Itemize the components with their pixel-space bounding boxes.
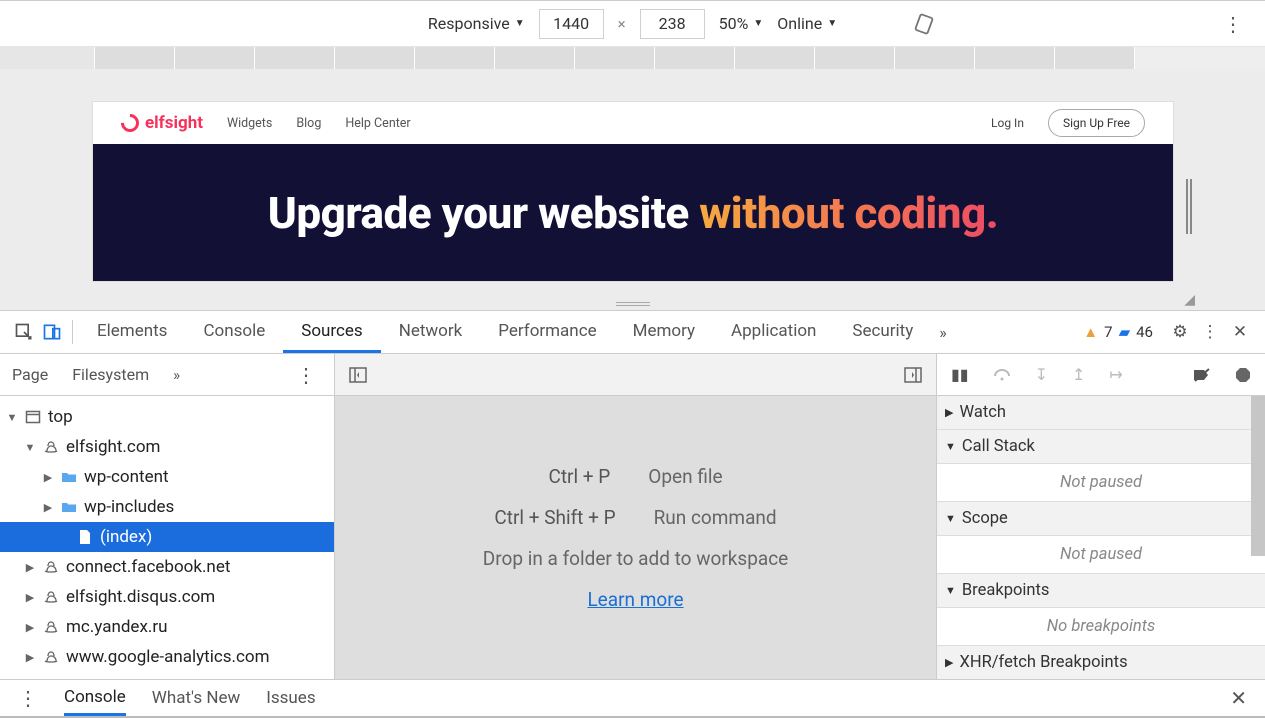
viewport-width-input[interactable] [539,9,604,39]
signup-button[interactable]: Sign Up Free [1048,109,1145,137]
tab-network[interactable]: Network [381,311,481,353]
tree-file-index[interactable]: (index) [0,522,334,552]
tab-application[interactable]: Application [713,311,834,353]
tree-folder-wp-content[interactable]: ▶wp-content [0,462,334,492]
warning-icon: ▲ [1083,323,1098,341]
tree-folder-wp-includes[interactable]: ▶wp-includes [0,492,334,522]
devtools-more-icon[interactable]: ⋮ [1195,322,1225,342]
learn-more-link[interactable]: Learn more [587,588,683,611]
step-over-icon[interactable] [993,368,1011,382]
tree-domain-ga[interactable]: ▶www.google-analytics.com [0,642,334,672]
drawer-more-icon[interactable]: ⋮ [18,686,38,710]
drawer-tab-whatsnew[interactable]: What's New [152,688,240,708]
message-icon: ▰ [1119,323,1131,341]
width-resize-handle[interactable] [1186,179,1192,234]
tree-domain-disqus[interactable]: ▶elfsight.disqus.com [0,582,334,612]
debugger-toolbar: ▮▮ ↧ ↥ ↦ [937,354,1265,396]
tabs-overflow-icon[interactable]: » [931,323,955,342]
openfile-shortcut: Ctrl + P [548,465,610,488]
tree-domain-facebook[interactable]: ▶connect.facebook.net [0,552,334,582]
settings-icon[interactable]: ⚙ [1165,322,1195,342]
login-link[interactable]: Log In [991,116,1024,130]
tree-top[interactable]: ▼top [0,402,334,432]
deactivate-breakpoints-icon[interactable] [1193,367,1211,383]
message-count: 46 [1136,323,1153,341]
device-toggle-icon[interactable] [38,322,66,342]
tab-console[interactable]: Console [185,311,283,353]
section-watch[interactable]: ▶Watch [937,396,1265,430]
drawer-tabbar: ⋮ Console What's New Issues ✕ [0,680,1265,718]
navigator-pane: Page Filesystem » ⋮ ▼top ▼elfsight.com ▶… [0,354,335,679]
step-into-icon[interactable]: ↧ [1035,365,1048,384]
dimension-separator: × [618,15,626,33]
tree-domain-main[interactable]: ▼elfsight.com [0,432,334,462]
section-scope[interactable]: ▼Scope [937,502,1265,536]
ruler-bar [0,47,1265,69]
page-preview-frame[interactable]: elfsight Widgets Blog Help Center Log In… [93,102,1173,281]
warning-count: 7 [1104,323,1112,341]
tab-security[interactable]: Security [834,311,931,353]
file-tree[interactable]: ▼top ▼elfsight.com ▶wp-content ▶wp-inclu… [0,396,334,679]
rotate-icon[interactable] [913,13,935,35]
tree-domain-yandex[interactable]: ▶mc.yandex.ru [0,612,334,642]
scrollbar-thumb[interactable] [1251,396,1265,556]
responsive-viewport: elfsight Widgets Blog Help Center Log In… [0,69,1265,310]
callstack-body: Not paused [937,464,1265,502]
toggle-navigator-icon[interactable] [349,366,367,384]
section-breakpoints[interactable]: ▼Breakpoints [937,574,1265,608]
nav-blog[interactable]: Blog [296,116,321,131]
devtools-tabbar: Elements Console Sources Network Perform… [0,310,1265,354]
pause-icon[interactable]: ▮▮ [951,365,969,384]
corner-resize-icon[interactable]: ◢ [1184,292,1195,308]
pause-on-exceptions-icon[interactable] [1235,367,1251,383]
sources-panel: Page Filesystem » ⋮ ▼top ▼elfsight.com ▶… [0,354,1265,680]
debugger-sections: ▶Watch ▼Call Stack Not paused ▼Scope Not… [937,396,1265,679]
nav-tab-filesystem[interactable]: Filesystem [72,365,149,384]
zoom-dropdown[interactable]: 50%▼ [719,14,764,33]
breakpoints-body: No breakpoints [937,608,1265,646]
throttling-dropdown[interactable]: Online▼ [777,14,837,33]
drawer-tab-issues[interactable]: Issues [266,688,315,708]
openfile-label: Open file [648,465,722,488]
step-icon[interactable]: ↦ [1109,365,1122,384]
section-xhr-breakpoints[interactable]: ▶XHR/fetch Breakpoints [937,646,1265,679]
nav-tab-page[interactable]: Page [12,365,48,384]
section-callstack[interactable]: ▼Call Stack [937,430,1265,464]
issue-counts[interactable]: ▲ 7 ▰ 46 [1083,323,1153,341]
tab-memory[interactable]: Memory [615,311,713,353]
height-resize-handle[interactable] [616,302,650,306]
drop-hint: Drop in a folder to add to workspace [483,547,788,570]
device-toolbar: Responsive▼ × 50%▼ Online▼ ⋮ [0,0,1265,47]
scope-body: Not paused [937,536,1265,574]
editor-pane: Ctrl + P Open file Ctrl + Shift + P Run co… [335,354,937,679]
nav-help[interactable]: Help Center [345,116,410,131]
site-logo[interactable]: elfsight [121,113,203,133]
tab-elements[interactable]: Elements [79,311,185,353]
nav-tabs-overflow-icon[interactable]: » [173,366,180,384]
runcmd-shortcut: Ctrl + Shift + P [494,506,615,529]
devtools-close-icon[interactable]: ✕ [1225,322,1255,342]
debugger-pane: ▮▮ ↧ ↥ ↦ ▶Watch ▼Call Stack Not paused ▼… [937,354,1265,679]
editor-placeholder: Ctrl + P Open file Ctrl + Shift + P Run co… [335,396,936,679]
step-out-icon[interactable]: ↥ [1072,365,1085,384]
navigator-more-icon[interactable]: ⋮ [296,363,316,387]
drawer-close-icon[interactable]: ✕ [1230,686,1247,710]
device-more-icon[interactable]: ⋮ [1223,12,1243,36]
nav-widgets[interactable]: Widgets [227,116,272,131]
navigator-tabs: Page Filesystem » ⋮ [0,354,334,396]
drawer-tab-console[interactable]: Console [64,680,126,716]
device-mode-dropdown[interactable]: Responsive▼ [428,14,525,33]
tab-performance[interactable]: Performance [480,311,614,353]
editor-toolbar [335,354,936,396]
toggle-debugger-icon[interactable] [904,366,922,384]
site-header: elfsight Widgets Blog Help Center Log In… [93,102,1173,144]
hero-title: Upgrade your website without coding. [268,187,999,239]
tab-sources[interactable]: Sources [283,311,380,353]
viewport-height-input[interactable] [640,9,705,39]
hero-section: Upgrade your website without coding. [93,144,1173,281]
inspect-icon[interactable] [10,322,38,342]
runcmd-label: Run command [654,506,777,529]
